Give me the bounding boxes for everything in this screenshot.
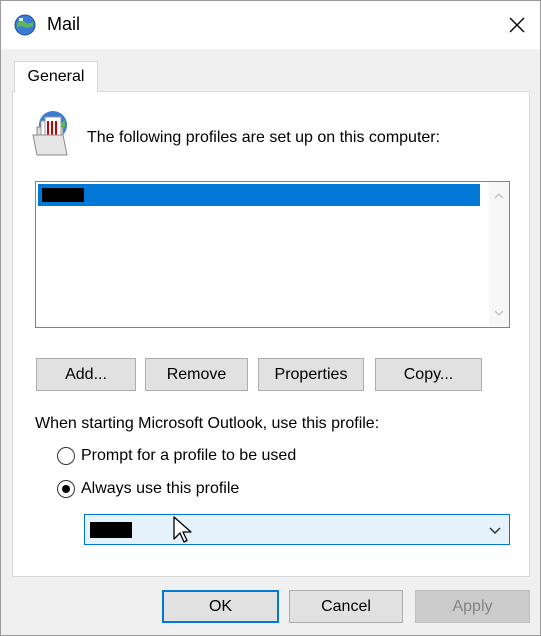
cancel-button-label: Cancel [321,597,371,615]
apply-button-label: Apply [452,597,493,615]
mail-globe-icon [14,14,36,36]
scroll-down-icon[interactable] [489,303,509,323]
ok-button[interactable]: OK [162,590,279,623]
tab-general[interactable]: General [14,61,98,92]
profile-list-item[interactable] [38,184,480,206]
mail-dialog: Mail General The following profiles are … [0,0,541,636]
redacted-profile-name [42,188,84,202]
apply-button[interactable]: Apply [415,590,530,623]
copy-button-label: Copy... [403,365,454,383]
general-tab-panel [12,91,530,577]
properties-button[interactable]: Properties [258,358,364,391]
remove-button-label: Remove [166,365,227,383]
startup-profile-label: When starting Microsoft Outlook, use thi… [35,415,380,432]
close-button[interactable] [494,1,540,49]
title-bar[interactable]: Mail [1,1,540,49]
chevron-down-icon [489,527,501,535]
window-title: Mail [47,14,81,34]
radio-button-checked[interactable] [57,480,75,498]
ok-button-label: OK [208,597,233,615]
profile-dropdown[interactable] [84,514,510,545]
cancel-button[interactable]: Cancel [289,590,403,623]
redacted-selected-profile [90,522,132,538]
mouse-pointer-icon [173,516,192,543]
close-icon [509,17,525,33]
properties-button-label: Properties [274,365,348,383]
radio-prompt-label: Prompt for a profile to be used [81,447,297,464]
copy-button[interactable]: Copy... [375,358,482,391]
radio-always-label: Always use this profile [81,480,240,497]
add-button[interactable]: Add... [36,358,136,391]
profiles-icon [32,111,68,156]
radio-always-use-profile[interactable]: Always use this profile [57,480,239,498]
radio-button[interactable] [57,447,75,465]
radio-prompt-profile[interactable]: Prompt for a profile to be used [57,447,296,465]
profiles-scrollbar[interactable] [489,182,509,327]
scroll-up-icon[interactable] [489,186,509,206]
profiles-label: The following profiles are set up on thi… [87,129,441,146]
add-button-label: Add... [65,365,107,383]
tab-general-label: General [27,68,85,85]
profiles-listbox[interactable] [35,181,510,328]
remove-button[interactable]: Remove [145,358,248,391]
